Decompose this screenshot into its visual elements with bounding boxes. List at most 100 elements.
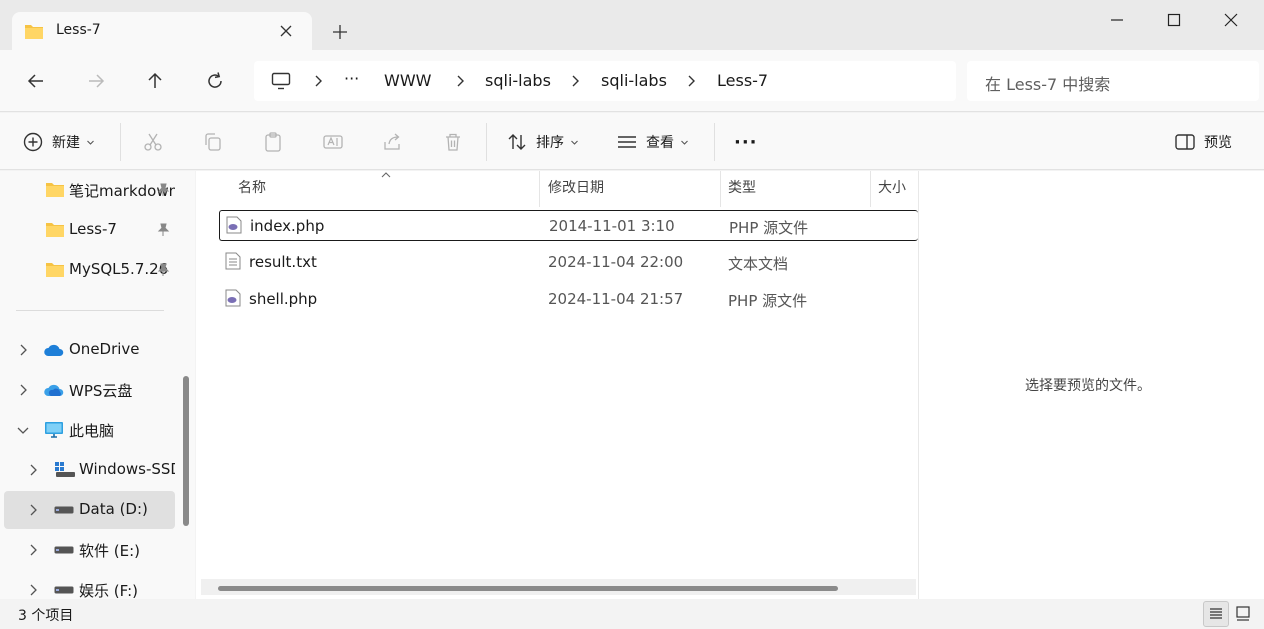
chevron-down-icon[interactable] (16, 423, 30, 437)
search-box[interactable]: 在 Less-7 中搜索 (967, 61, 1259, 101)
column-header-date[interactable]: 修改日期 (548, 177, 604, 197)
minimize-icon[interactable] (1105, 8, 1129, 32)
details-view-button[interactable] (1203, 601, 1229, 627)
chevron-right-icon[interactable] (453, 74, 467, 88)
view-button[interactable]: 查看 (616, 130, 689, 154)
php-file-icon (225, 289, 241, 307)
table-row[interactable]: result.txt 2024-11-04 22:00 文本文档 (219, 247, 918, 278)
sidebar-item-wps-cloud[interactable]: WPS云盘 (4, 371, 175, 409)
column-separator[interactable] (720, 171, 721, 207)
drive-icon (54, 586, 74, 594)
sidebar-item-label: 此电脑 (69, 422, 115, 440)
new-tab-icon[interactable] (330, 22, 350, 42)
address-bar[interactable]: ··· WWW sqli-labs sqli-labs Less-7 (254, 61, 956, 101)
sidebar-item-windows-ssd[interactable]: Windows-SSD (4, 451, 175, 489)
close-window-icon[interactable] (1219, 8, 1243, 32)
file-type: PHP 源文件 (729, 219, 809, 237)
breadcrumb-www[interactable]: WWW (384, 71, 431, 90)
file-date: 2024-11-04 22:00 (548, 253, 684, 271)
chevron-right-icon[interactable] (16, 383, 30, 397)
cut-button[interactable] (142, 130, 164, 154)
tiles-view-button[interactable] (1231, 601, 1257, 627)
forward-arrow-icon[interactable] (84, 69, 108, 93)
file-list[interactable]: 名称 修改日期 类型 大小 index.php 2014-11-01 3:10 … (196, 171, 918, 599)
file-date: 2014-11-01 3:10 (549, 217, 675, 235)
chevron-right-icon[interactable] (311, 74, 325, 88)
paste-button[interactable] (262, 130, 284, 154)
chevron-right-icon[interactable] (26, 503, 40, 517)
sidebar-item-data-d[interactable]: Data (D:) (4, 491, 175, 529)
toolbar-divider (486, 123, 487, 161)
breadcrumb-less-7[interactable]: Less-7 (717, 71, 768, 90)
sort-icon (508, 134, 526, 150)
share-icon (384, 133, 400, 150)
sidebar-item-entertainment-f[interactable]: 娱乐 (F:) (4, 571, 175, 599)
chevron-right-icon[interactable] (26, 463, 40, 477)
navigation-pane[interactable]: 笔记markdown Less-7 MySQL5.7.26 OneDrive W… (0, 171, 195, 599)
sidebar-item-label: WPS云盘 (69, 382, 133, 400)
share-button[interactable] (382, 130, 404, 154)
search-input[interactable]: 在 Less-7 中搜索 (985, 71, 1110, 95)
close-tab-icon[interactable] (276, 21, 296, 41)
chevron-right-icon[interactable] (684, 74, 698, 88)
copy-icon (205, 133, 221, 151)
breadcrumb-sqli-labs-2[interactable]: sqli-labs (601, 71, 667, 90)
scissors-icon (144, 133, 162, 151)
copy-button[interactable] (202, 130, 224, 154)
table-row[interactable]: index.php 2014-11-01 3:10 PHP 源文件 (219, 210, 918, 241)
rename-icon (323, 135, 343, 149)
rename-button[interactable] (322, 130, 344, 154)
sidebar-item-mysql[interactable]: MySQL5.7.26 (4, 251, 175, 289)
sidebar-item-label: OneDrive (69, 340, 140, 358)
sort-button[interactable]: 排序 (506, 130, 579, 154)
view-label: 查看 (646, 135, 674, 151)
clipboard-icon (265, 132, 281, 152)
file-type: PHP 源文件 (728, 292, 808, 310)
file-type: 文本文档 (728, 255, 789, 273)
column-header-name[interactable]: 名称 (238, 177, 266, 197)
breadcrumb-overflow[interactable]: ··· (344, 69, 359, 88)
sidebar-item-software-e[interactable]: 软件 (E:) (4, 531, 175, 569)
breadcrumb-sqli-labs-1[interactable]: sqli-labs (485, 71, 551, 90)
back-arrow-icon[interactable] (24, 69, 48, 93)
more-options-button[interactable]: ··· (734, 130, 758, 154)
sidebar-divider (16, 310, 164, 311)
tab-less-7[interactable]: Less-7 (12, 12, 312, 50)
pin-icon (157, 263, 170, 276)
title-bar: Less-7 (0, 0, 1264, 50)
chevron-right-icon[interactable] (16, 343, 30, 357)
column-header-type[interactable]: 类型 (728, 177, 756, 197)
up-arrow-icon[interactable] (143, 69, 167, 93)
preview-pane-icon (1175, 134, 1195, 150)
new-button[interactable]: 新建 (22, 130, 95, 154)
folder-icon (25, 25, 43, 39)
sidebar-item-notes-markdown[interactable]: 笔记markdown (4, 171, 175, 209)
column-separator[interactable] (870, 171, 871, 207)
sidebar-scrollbar[interactable] (183, 376, 189, 526)
sidebar-item-less-7[interactable]: Less-7 (4, 211, 175, 249)
preview-pane: 选择要预览的文件。 (918, 171, 1264, 599)
drive-icon (54, 546, 74, 554)
view-lines-icon (618, 136, 636, 148)
chevron-right-icon[interactable] (26, 583, 40, 597)
this-pc-icon[interactable] (270, 70, 292, 92)
delete-button[interactable] (442, 130, 464, 154)
column-separator[interactable] (539, 171, 540, 207)
maximize-icon[interactable] (1162, 8, 1186, 32)
preview-pane-button[interactable]: 预览 (1174, 130, 1232, 154)
column-header-size[interactable]: 大小 (878, 177, 906, 197)
file-date: 2024-11-04 21:57 (548, 290, 684, 308)
chevron-right-icon[interactable] (568, 74, 582, 88)
chevron-right-icon[interactable] (26, 543, 40, 557)
horizontal-scrollbar-thumb[interactable] (218, 586, 838, 591)
pin-icon (157, 183, 170, 196)
sidebar-item-onedrive[interactable]: OneDrive (4, 331, 175, 369)
sidebar-item-label: Windows-SSD (79, 460, 175, 478)
sidebar-item-label: Data (D:) (79, 500, 148, 518)
sidebar-item-this-pc[interactable]: 此电脑 (4, 411, 175, 449)
refresh-icon[interactable] (203, 69, 227, 93)
command-bar: 新建 排序 查看 ··· 预览 (0, 113, 1264, 170)
sort-label: 排序 (536, 135, 564, 151)
table-row[interactable]: shell.php 2024-11-04 21:57 PHP 源文件 (219, 284, 918, 315)
navigation-bar: ··· WWW sqli-labs sqli-labs Less-7 在 Les… (0, 50, 1264, 112)
